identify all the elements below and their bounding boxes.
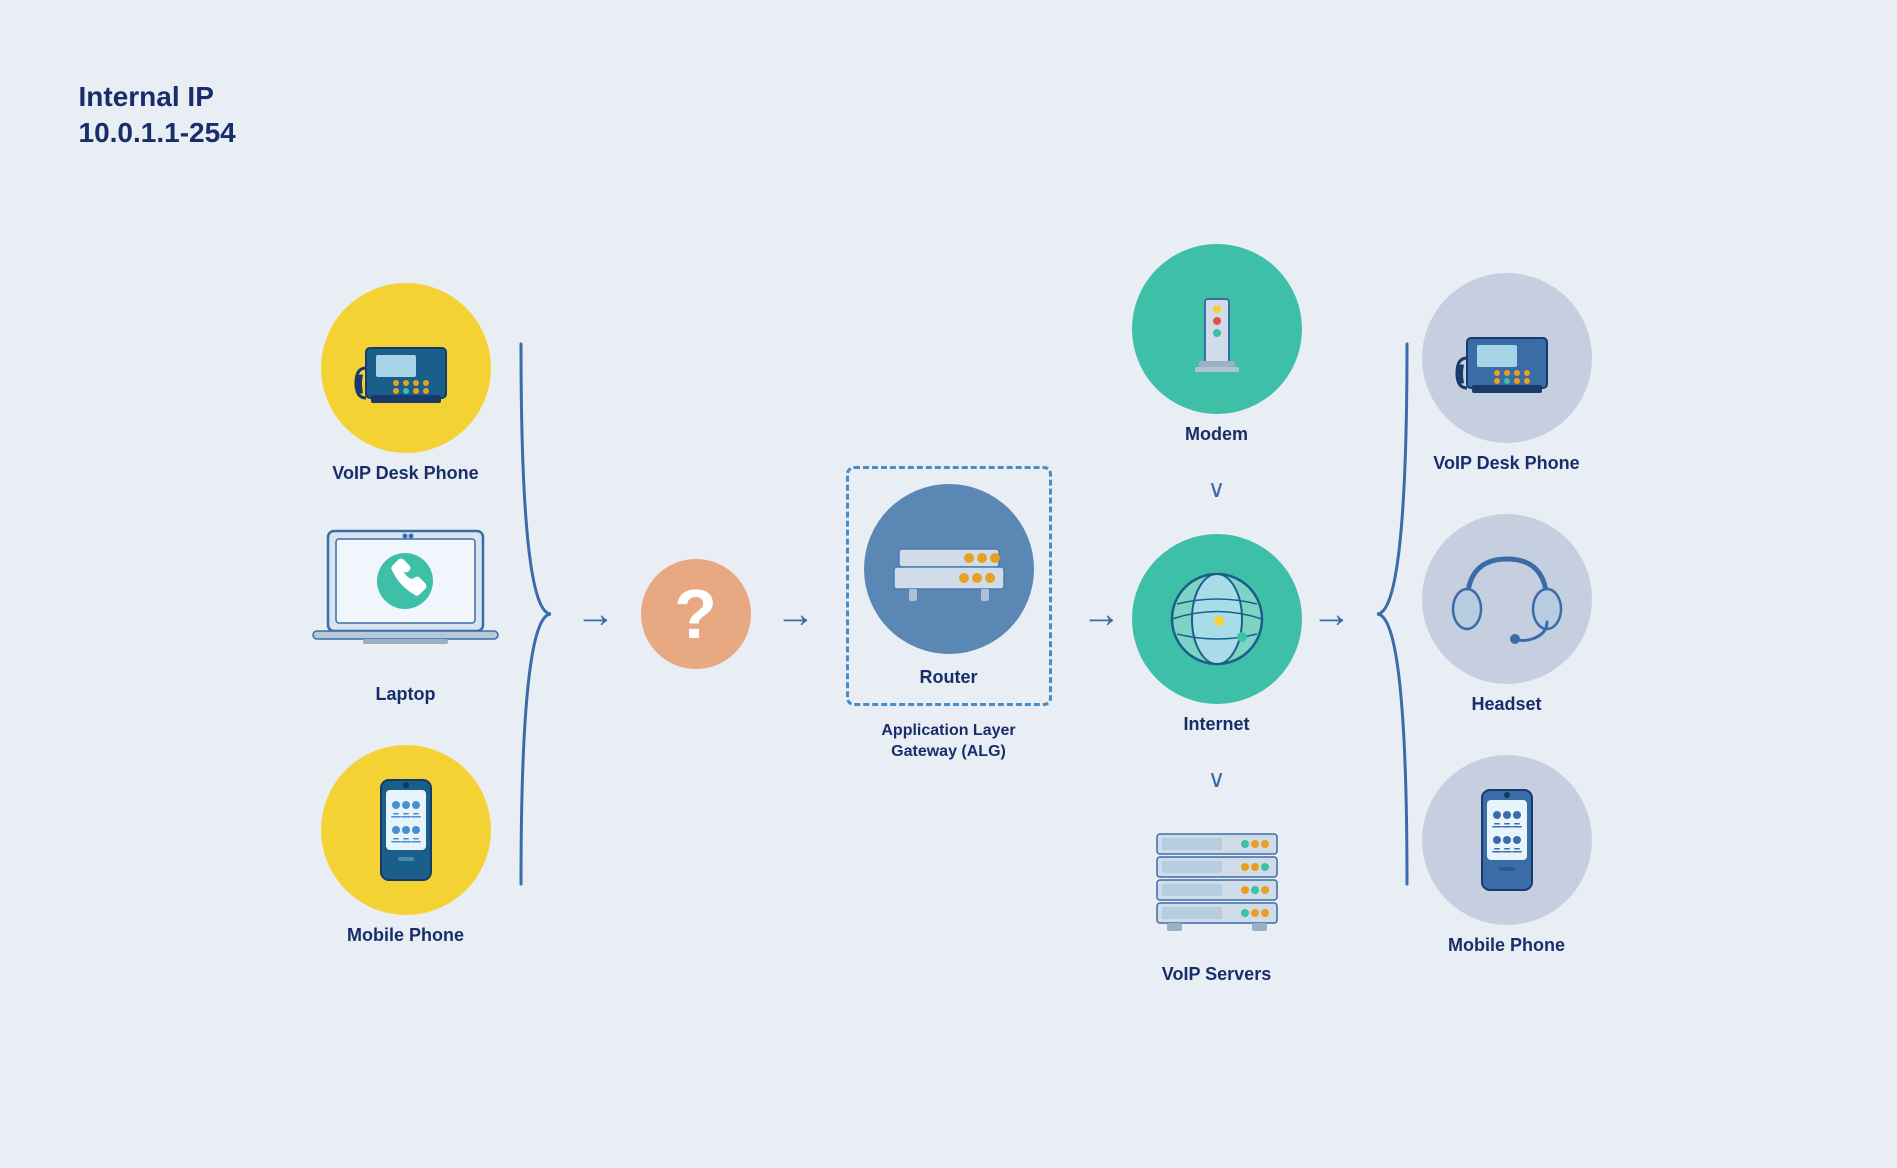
router-box: Router Application Layer Gateway (ALG) — [846, 466, 1052, 763]
laptop-item: Laptop — [306, 524, 506, 705]
modem-label: Modem — [1185, 424, 1248, 445]
left-brace — [516, 334, 556, 894]
headset-item: Headset — [1422, 514, 1592, 715]
chevron-down-1: ∨ — [1208, 475, 1226, 504]
router-label: Router — [920, 667, 978, 688]
modem-item: Modem — [1132, 244, 1302, 445]
mobile-phone-right-circle — [1422, 755, 1592, 925]
voip-desk-phone-left-label: VoIP Desk Phone — [332, 463, 478, 484]
internet-icon — [1157, 559, 1277, 679]
mobile-phone-left-label: Mobile Phone — [347, 925, 464, 946]
internet-label: Internet — [1183, 714, 1249, 735]
headset-label: Headset — [1471, 694, 1541, 715]
right-brace — [1372, 334, 1412, 894]
headset-icon — [1447, 544, 1567, 654]
mobile-phone-left-item: Mobile Phone — [321, 745, 491, 946]
voip-desk-phone-left-circle — [321, 283, 491, 453]
voip-servers-item: VoIP Servers — [1137, 824, 1297, 985]
main-row: VoIP Desk Phone — [49, 59, 1849, 1109]
modem-circle — [1132, 244, 1302, 414]
arrow-right-4-icon: → — [1312, 594, 1352, 634]
internet-circle — [1132, 534, 1302, 704]
question-mark-symbol: ? — [674, 579, 717, 649]
arrow-to-router: → — [776, 594, 816, 634]
mobile-phone-left-circle — [321, 745, 491, 915]
arrow-to-right-brace: → — [1312, 594, 1352, 634]
voip-desk-phone-left-icon — [351, 313, 461, 423]
gateway-label: Application Layer Gateway (ALG) — [881, 711, 1015, 763]
left-device-group: VoIP Desk Phone — [306, 283, 506, 946]
laptop-circle — [306, 524, 506, 674]
voip-desk-phone-left-item: VoIP Desk Phone — [321, 283, 491, 484]
router-icon — [884, 524, 1014, 614]
voip-desk-phone-right-label: VoIP Desk Phone — [1433, 453, 1579, 474]
modem-icon — [1177, 269, 1257, 389]
voip-servers-label: VoIP Servers — [1162, 964, 1271, 985]
internet-item: Internet — [1132, 534, 1302, 735]
laptop-icon — [308, 526, 503, 671]
arrow-right-icon: → — [576, 594, 616, 634]
router-circle — [864, 484, 1034, 654]
voip-desk-phone-right-item: VoIP Desk Phone — [1422, 273, 1592, 474]
laptop-label: Laptop — [376, 684, 436, 705]
voip-desk-phone-right-icon — [1452, 303, 1562, 413]
mobile-phone-right-item: Mobile Phone — [1422, 755, 1592, 956]
mobile-phone-left-icon — [371, 775, 441, 885]
mobile-phone-right-icon — [1472, 785, 1542, 895]
right-device-group: VoIP Desk Phone — [1422, 273, 1592, 956]
voip-servers-icon — [1137, 824, 1297, 954]
chevron-down-2: ∨ — [1208, 765, 1226, 794]
diagram: Internal IP 10.0.1.1-254 — [49, 59, 1849, 1109]
voip-desk-phone-right-circle — [1422, 273, 1592, 443]
arrow-to-middle-right: → — [1082, 594, 1122, 634]
arrow-right-2-icon: → — [776, 594, 816, 634]
question-mark-circle: ? — [641, 559, 751, 669]
router-dashed-container: Router — [846, 466, 1052, 706]
headset-circle — [1422, 514, 1592, 684]
middle-right-group: Modem ∨ — [1132, 244, 1302, 985]
arrow-to-question: → — [576, 594, 616, 634]
mobile-phone-right-label: Mobile Phone — [1448, 935, 1565, 956]
arrow-right-3-icon: → — [1082, 594, 1122, 634]
internal-ip-label: Internal IP 10.0.1.1-254 — [79, 79, 236, 152]
